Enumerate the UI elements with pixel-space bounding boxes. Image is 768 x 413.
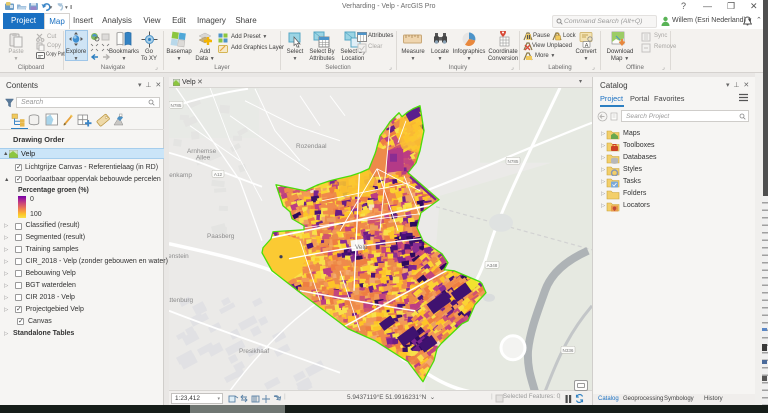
svg-text:N336: N336 bbox=[563, 347, 574, 352]
svg-text:N785: N785 bbox=[508, 158, 519, 163]
svg-text:Velp: Velp bbox=[355, 243, 368, 250]
svg-text:itenkamp: itenkamp bbox=[169, 171, 192, 178]
svg-text:Presikhaaf: Presikhaaf bbox=[239, 347, 269, 354]
svg-text:Rozendaal: Rozendaal bbox=[296, 142, 327, 149]
svg-text:renstein: renstein bbox=[169, 252, 189, 259]
svg-text:A: A bbox=[585, 43, 589, 48]
svg-text:N785: N785 bbox=[171, 102, 182, 107]
svg-text:A348: A348 bbox=[487, 262, 498, 267]
svg-text:Allee: Allee bbox=[196, 154, 211, 161]
svg-text:attenburg: attenburg bbox=[169, 296, 193, 303]
svg-text:▾: ▾ bbox=[50, 5, 53, 11]
svg-text:Paasberg: Paasberg bbox=[207, 232, 235, 239]
svg-text:A12: A12 bbox=[214, 171, 223, 176]
svg-text:▾: ▾ bbox=[65, 5, 68, 11]
